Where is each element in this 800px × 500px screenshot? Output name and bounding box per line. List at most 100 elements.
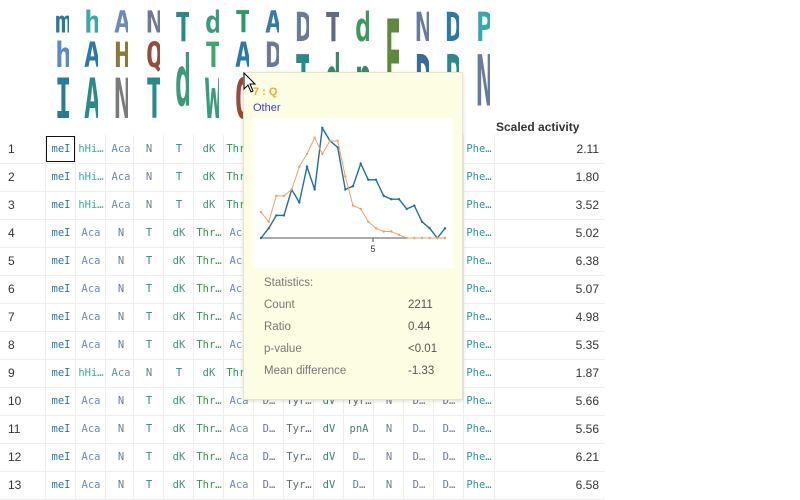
sequence-cell[interactable]: T: [133, 275, 164, 303]
logo-column[interactable]: meIhhII: [55, 8, 69, 132]
table-row[interactable]: 11 meI Aca N TdK Thr… Aca D… Tyr… dV pnA N D… D… Phe… 5…: [0, 415, 605, 444]
sequence-cell[interactable]: meI: [45, 415, 76, 443]
sequence-cell[interactable]: Thr…: [193, 415, 224, 443]
sequence-cell[interactable]: D…: [403, 443, 434, 471]
sequence-cell[interactable]: dK: [163, 415, 194, 443]
sequence-cell[interactable]: Aca: [105, 191, 136, 219]
sequence-cell[interactable]: Aca: [223, 471, 254, 499]
sequence-cell[interactable]: Phe…: [463, 387, 494, 415]
sequence-cell[interactable]: Aca: [75, 331, 106, 359]
sequence-cell[interactable]: N: [373, 471, 404, 499]
sequence-cell[interactable]: meI: [45, 163, 76, 191]
sequence-cell[interactable]: Phe…: [463, 135, 494, 163]
sequence-cell[interactable]: T: [133, 443, 164, 471]
sequence-cell[interactable]: N: [105, 415, 136, 443]
sequence-cell[interactable]: Aca: [75, 247, 106, 275]
sequence-cell[interactable]: D…: [253, 415, 284, 443]
sequence-cell[interactable]: meI: [45, 247, 76, 275]
sequence-cell[interactable]: Aca: [105, 135, 136, 163]
sequence-cell[interactable]: meI: [45, 275, 76, 303]
sequence-cell[interactable]: meI: [45, 303, 76, 331]
sequence-cell[interactable]: Tyr…: [283, 443, 314, 471]
activity-cell[interactable]: 3.52: [494, 191, 599, 219]
activity-cell[interactable]: 4.98: [494, 303, 599, 331]
sequence-cell[interactable]: meI: [45, 359, 76, 387]
sequence-cell[interactable]: N: [105, 219, 136, 247]
sequence-cell[interactable]: Tyr…: [283, 471, 314, 499]
activity-cell[interactable]: 5.56: [494, 415, 599, 443]
sequence-cell[interactable]: N: [133, 359, 164, 387]
logo-column[interactable]: PheN: [476, 8, 490, 132]
table-row[interactable]: 12 meI Aca N TdK Thr… Aca D… Tyr… dV D… N D… D… Phe… 6.…: [0, 443, 605, 472]
sequence-cell[interactable]: Phe…: [463, 303, 494, 331]
sequence-cell[interactable]: Phe…: [463, 163, 494, 191]
sequence-cell[interactable]: Thr…: [193, 219, 224, 247]
sequence-cell[interactable]: T: [163, 135, 194, 163]
sequence-cell[interactable]: pnA: [343, 415, 374, 443]
sequence-cell[interactable]: D…: [403, 471, 434, 499]
sequence-cell[interactable]: Thr…: [193, 387, 224, 415]
activity-cell[interactable]: 6.21: [494, 443, 599, 471]
activity-cell[interactable]: 5.02: [494, 219, 599, 247]
sequence-cell[interactable]: N: [105, 303, 136, 331]
sequence-cell[interactable]: Aca: [105, 359, 136, 387]
sequence-cell[interactable]: Thr…: [193, 331, 224, 359]
sequence-cell[interactable]: N: [373, 415, 404, 443]
sequence-cell[interactable]: N: [105, 247, 136, 275]
sequence-cell[interactable]: N: [133, 135, 164, 163]
sequence-cell[interactable]: dK: [163, 275, 194, 303]
sequence-cell[interactable]: meI: [45, 331, 76, 359]
sequence-cell[interactable]: Thr…: [193, 443, 224, 471]
sequence-cell[interactable]: T: [133, 303, 164, 331]
sequence-cell[interactable]: Thr…: [193, 247, 224, 275]
sequence-cell[interactable]: T: [133, 219, 164, 247]
sequence-cell[interactable]: Aca: [75, 387, 106, 415]
sequence-cell[interactable]: Thr…: [193, 471, 224, 499]
sequence-cell[interactable]: meI: [45, 191, 76, 219]
sequence-cell[interactable]: T: [133, 387, 164, 415]
sequence-cell[interactable]: Phe…: [463, 415, 494, 443]
sequence-cell[interactable]: hHi…: [75, 163, 106, 191]
sequence-cell[interactable]: dK: [163, 331, 194, 359]
sequence-cell[interactable]: D…: [403, 415, 434, 443]
sequence-cell[interactable]: dK: [193, 135, 224, 163]
activity-cell[interactable]: 6.38: [494, 247, 599, 275]
sequence-cell[interactable]: N: [105, 387, 136, 415]
sequence-cell[interactable]: Tyr…: [283, 415, 314, 443]
sequence-cell[interactable]: N: [105, 471, 136, 499]
sequence-cell[interactable]: dK: [163, 219, 194, 247]
sequence-cell[interactable]: hHi…: [75, 359, 106, 387]
logo-column[interactable]: NQT: [146, 8, 160, 132]
sequence-cell[interactable]: Aca: [75, 443, 106, 471]
activity-column-header[interactable]: Scaled activity: [496, 120, 579, 134]
activity-cell[interactable]: 2.11: [494, 135, 599, 163]
activity-cell[interactable]: 1.80: [494, 163, 599, 191]
sequence-cell[interactable]: T: [163, 191, 194, 219]
sequence-cell[interactable]: N: [133, 163, 164, 191]
sequence-cell[interactable]: meI: [45, 387, 76, 415]
sequence-cell[interactable]: T: [133, 331, 164, 359]
sequence-cell[interactable]: Aca: [75, 415, 106, 443]
sequence-cell[interactable]: meI: [45, 443, 76, 471]
sequence-cell[interactable]: T: [133, 471, 164, 499]
sequence-cell[interactable]: Aca: [223, 415, 254, 443]
sequence-cell[interactable]: N: [105, 443, 136, 471]
sequence-cell[interactable]: D…: [253, 471, 284, 499]
sequence-cell[interactable]: dK: [193, 191, 224, 219]
activity-cell[interactable]: 1.87: [494, 359, 599, 387]
sequence-cell[interactable]: dK: [163, 387, 194, 415]
sequence-cell[interactable]: D…: [253, 443, 284, 471]
sequence-cell[interactable]: Phe…: [463, 359, 494, 387]
sequence-cell[interactable]: Aca: [75, 275, 106, 303]
sequence-cell[interactable]: dK: [163, 303, 194, 331]
sequence-cell[interactable]: meI: [45, 219, 76, 247]
sequence-cell[interactable]: dK: [193, 359, 224, 387]
activity-cell[interactable]: 5.07: [494, 275, 599, 303]
sequence-cell[interactable]: Thr…: [193, 303, 224, 331]
sequence-cell[interactable]: Aca: [105, 163, 136, 191]
sequence-cell[interactable]: D…: [433, 471, 464, 499]
logo-column[interactable]: TdK: [175, 8, 189, 132]
sequence-cell[interactable]: dK: [163, 443, 194, 471]
activity-cell[interactable]: 6.58: [494, 471, 599, 499]
sequence-cell[interactable]: dK: [163, 471, 194, 499]
